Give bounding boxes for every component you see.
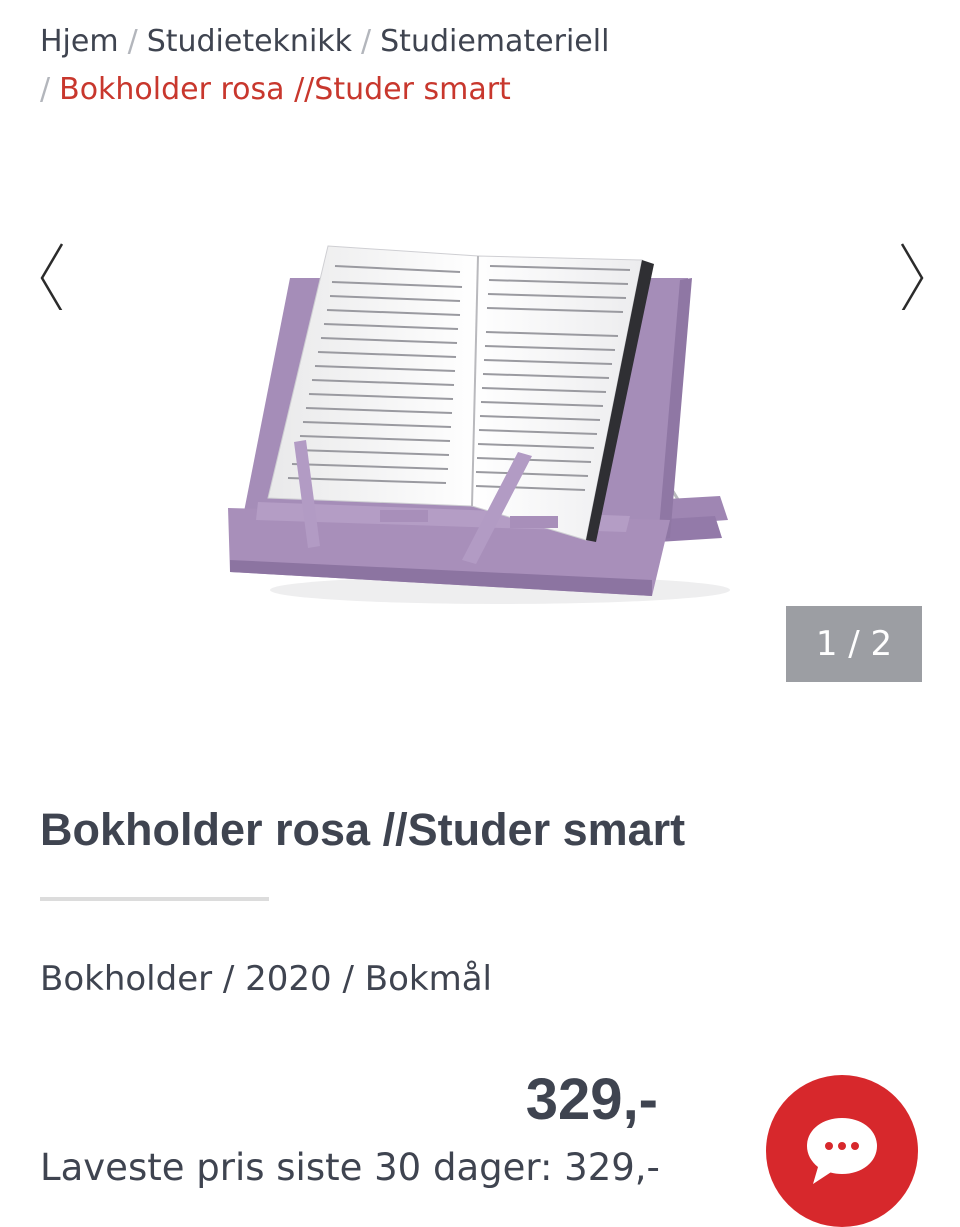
- gallery-counter: 1 / 2: [786, 606, 922, 682]
- title-divider: [40, 897, 269, 901]
- breadcrumb-separator: /: [361, 24, 372, 59]
- gallery-next-button[interactable]: [896, 240, 926, 313]
- product-price: 329,-: [525, 1067, 658, 1132]
- chat-button[interactable]: [766, 1075, 918, 1227]
- breadcrumb-home[interactable]: Hjem: [40, 24, 119, 59]
- chevron-right-icon: [900, 243, 924, 313]
- product-meta: Bokholder / 2020 / Bokmål: [40, 959, 492, 999]
- breadcrumb-studieteknikk[interactable]: Studieteknikk: [147, 24, 352, 59]
- chat-bubble-icon: [807, 1118, 877, 1184]
- breadcrumb-current: Bokholder rosa //Studer smart: [59, 72, 511, 107]
- breadcrumb-studiemateriell[interactable]: Studiemateriell: [380, 24, 609, 59]
- lowest-price-notice: Laveste pris siste 30 dager: 329,-: [40, 1146, 660, 1189]
- breadcrumb-separator: /: [127, 24, 138, 59]
- product-image: [228, 245, 730, 604]
- breadcrumb: Hjem / Studieteknikk / Studiemateriell / Bokho…: [40, 18, 640, 114]
- breadcrumb-separator: /: [40, 72, 51, 107]
- product-gallery: [0, 200, 960, 620]
- chevron-left-icon: [40, 243, 64, 313]
- product-title: Bokholder rosa //Studer smart: [40, 804, 686, 855]
- gallery-prev-button[interactable]: [38, 240, 68, 313]
